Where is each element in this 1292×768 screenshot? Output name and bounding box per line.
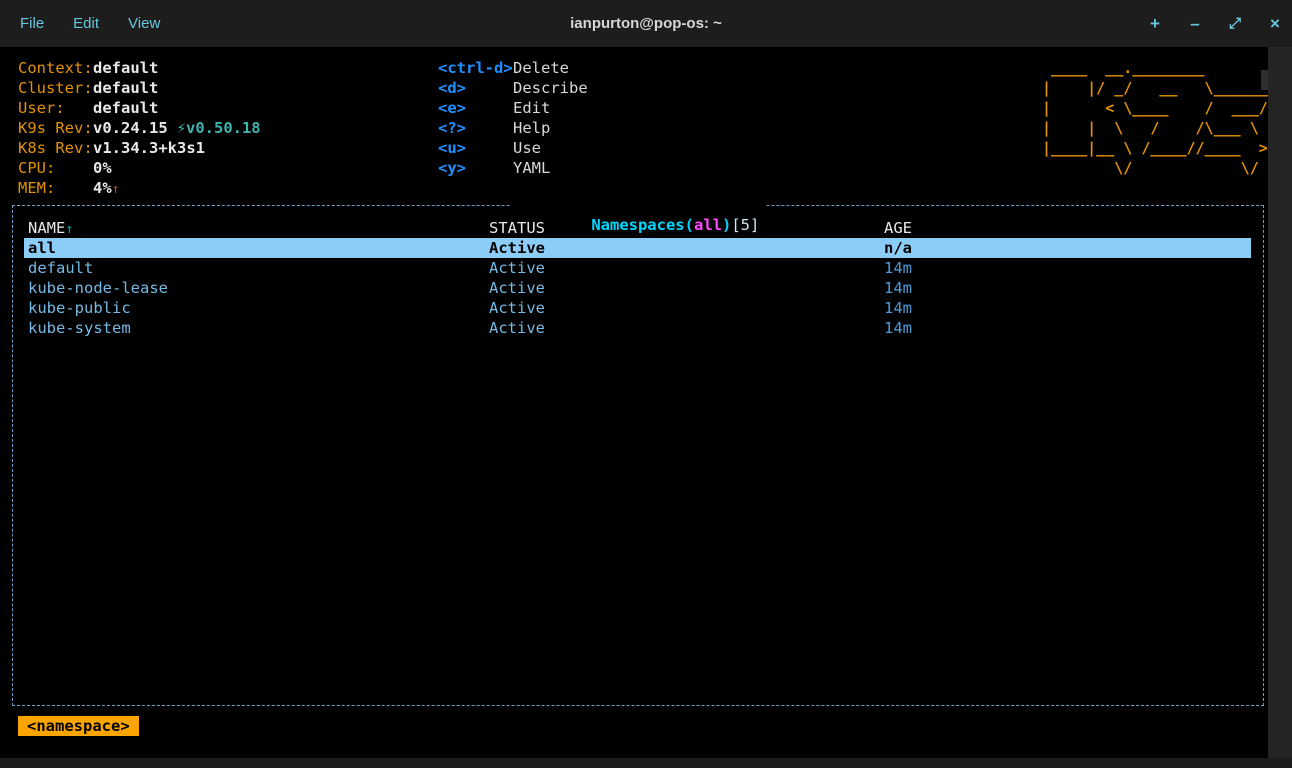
close-button[interactable]: × bbox=[1268, 15, 1282, 32]
info-value: v1.34.3+k3s1 bbox=[93, 139, 205, 157]
info-label: K8s Rev: bbox=[18, 138, 93, 158]
sort-arrow-icon: ↑ bbox=[65, 222, 73, 237]
cell-status: Active bbox=[489, 238, 545, 258]
maximize-button[interactable]: ⤢ bbox=[1228, 16, 1242, 31]
hotkeys-panel: <ctrl-d>Delete<d>Describe<e>Edit<?>Help<… bbox=[438, 58, 588, 178]
cell-age: 14m bbox=[884, 258, 912, 278]
cell-name: all bbox=[28, 238, 56, 258]
hotkey-line: <d>Describe bbox=[438, 78, 588, 98]
info-line: CPU:0% bbox=[18, 158, 261, 178]
hotkey-line: <ctrl-d>Delete bbox=[438, 58, 588, 78]
cell-name: default bbox=[28, 258, 93, 278]
hotkey-key: <y> bbox=[438, 158, 513, 178]
info-value: v0.24.15 bbox=[93, 119, 168, 137]
cell-status: Active bbox=[489, 278, 545, 298]
cell-age: 14m bbox=[884, 278, 912, 298]
hotkey-action: Edit bbox=[513, 99, 550, 117]
window-bottom-edge bbox=[0, 758, 1292, 768]
titlebar: File Edit View ianpurton@pop-os: ~ + – ⤢… bbox=[0, 0, 1292, 47]
info-label: CPU: bbox=[18, 158, 93, 178]
hotkey-key: <u> bbox=[438, 138, 513, 158]
info-label: User: bbox=[18, 98, 93, 118]
namespaces-table: Namespaces(all)[5] NAME↑ STATUS AGE allA… bbox=[12, 205, 1264, 706]
info-label: Context: bbox=[18, 58, 93, 78]
cell-age: n/a bbox=[884, 238, 912, 258]
selected-row-highlight bbox=[24, 238, 1251, 258]
hotkey-line: <u>Use bbox=[438, 138, 588, 158]
info-value: default bbox=[93, 79, 158, 97]
hotkey-key: <ctrl-d> bbox=[438, 58, 513, 78]
hotkey-action: Describe bbox=[513, 79, 588, 97]
window-title: ianpurton@pop-os: ~ bbox=[0, 0, 1292, 47]
table-row[interactable]: all Active n/a bbox=[13, 238, 1263, 258]
upgrade-version: ⚡v0.50.18 bbox=[177, 119, 261, 137]
scrollbar-track[interactable] bbox=[1268, 47, 1292, 758]
cell-age: 14m bbox=[884, 318, 912, 338]
cell-status: Active bbox=[489, 298, 545, 318]
hotkey-line: <?>Help bbox=[438, 118, 588, 138]
table-row[interactable]: kube-public Active 14m bbox=[13, 298, 1263, 318]
cell-status: Active bbox=[489, 318, 545, 338]
cluster-info-panel: Context:defaultCluster:defaultUser:defau… bbox=[18, 58, 261, 198]
info-label: MEM: bbox=[18, 178, 93, 198]
info-value: 4% bbox=[93, 179, 112, 197]
terminal-window: File Edit View ianpurton@pop-os: ~ + – ⤢… bbox=[0, 0, 1292, 768]
info-line: Context:default bbox=[18, 58, 261, 78]
hotkey-key: <e> bbox=[438, 98, 513, 118]
info-label: K9s Rev: bbox=[18, 118, 93, 138]
terminal-content[interactable]: Context:defaultCluster:defaultUser:defau… bbox=[0, 47, 1268, 758]
info-line: Cluster:default bbox=[18, 78, 261, 98]
info-value: default bbox=[93, 99, 158, 117]
hotkey-line: <y>YAML bbox=[438, 158, 588, 178]
info-label: Cluster: bbox=[18, 78, 93, 98]
column-header-name: NAME↑ bbox=[28, 218, 73, 238]
hotkey-line: <e>Edit bbox=[438, 98, 588, 118]
info-line: MEM:4%↑ bbox=[18, 178, 261, 198]
hotkey-key: <d> bbox=[438, 78, 513, 98]
hotkey-action: YAML bbox=[513, 159, 550, 177]
column-header-age: AGE bbox=[884, 218, 912, 238]
cell-status: Active bbox=[489, 258, 545, 278]
info-value: default bbox=[93, 59, 158, 77]
hotkey-action: Help bbox=[513, 119, 550, 137]
table-row[interactable]: kube-system Active 14m bbox=[13, 318, 1263, 338]
cell-age: 14m bbox=[884, 298, 912, 318]
info-line: K8s Rev:v1.34.3+k3s1 bbox=[18, 138, 261, 158]
trend-up-icon: ↑ bbox=[112, 182, 120, 197]
cell-name: kube-public bbox=[28, 298, 131, 318]
hotkey-action: Use bbox=[513, 139, 541, 157]
minimize-button[interactable]: – bbox=[1188, 15, 1202, 32]
namespace-crumb: <namespace> bbox=[18, 716, 139, 736]
info-value: 0% bbox=[93, 159, 112, 177]
k9s-logo: ____ __.________ | |/ _/ __ \______ | < … bbox=[1042, 58, 1268, 178]
cell-name: kube-system bbox=[28, 318, 131, 338]
new-tab-button[interactable]: + bbox=[1148, 15, 1162, 32]
scrollbar-thumb[interactable] bbox=[1261, 70, 1268, 90]
hotkey-key: <?> bbox=[438, 118, 513, 138]
info-line: User:default bbox=[18, 98, 261, 118]
window-controls: + – ⤢ × bbox=[1148, 0, 1282, 47]
info-line: K9s Rev:v0.24.15 ⚡v0.50.18 bbox=[18, 118, 261, 138]
table-header: NAME↑ STATUS AGE bbox=[13, 218, 1263, 238]
table-row[interactable]: kube-node-lease Active 14m bbox=[13, 278, 1263, 298]
cell-name: kube-node-lease bbox=[28, 278, 168, 298]
hotkey-action: Delete bbox=[513, 59, 569, 77]
table-row[interactable]: default Active 14m bbox=[13, 258, 1263, 278]
column-header-status: STATUS bbox=[489, 218, 545, 238]
